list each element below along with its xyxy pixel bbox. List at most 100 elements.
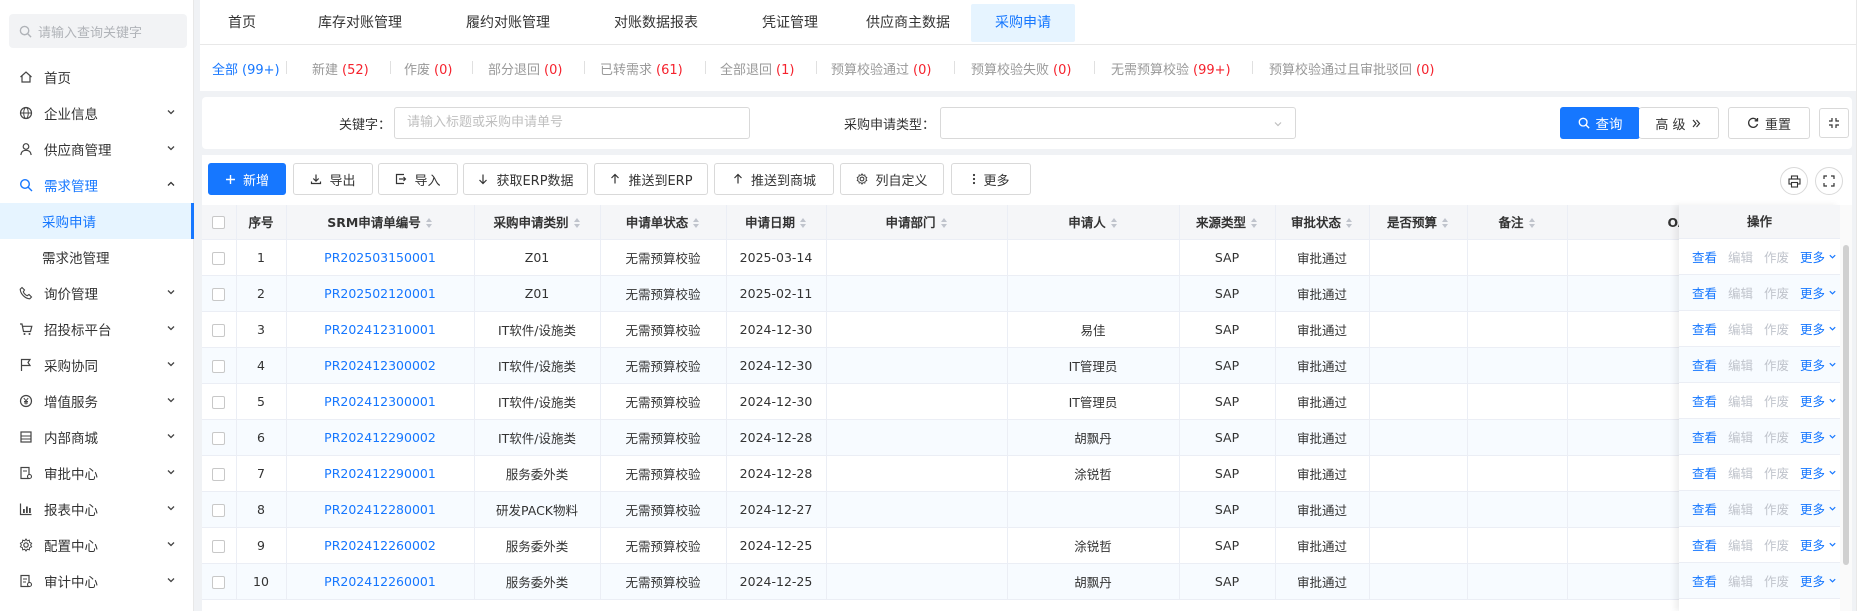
vertical-scrollbar[interactable] <box>1840 205 1852 611</box>
sort-icon[interactable] <box>573 218 581 229</box>
table-row[interactable]: 2 PR202502120001 Z01 无需预算校验 2025-02-11 SAP 审批通… <box>202 275 1718 312</box>
sidebar-item-reports[interactable]: 报表中心 <box>0 491 194 527</box>
table-row[interactable]: 5 PR202412300001 IT软件/设施类 无需预算校验 2024-12-30 I… <box>202 383 1718 420</box>
more-button[interactable]: 更多 <box>951 163 1031 195</box>
view-link[interactable]: 查看 <box>1692 319 1717 338</box>
keyword-input[interactable]: 请输入标题或采购申请单号 <box>394 107 750 139</box>
view-link[interactable]: 查看 <box>1692 499 1717 518</box>
request-number-link[interactable]: PR202412300001 <box>286 383 475 420</box>
row-select-cell[interactable] <box>202 311 237 348</box>
sidebar-item-audit[interactable]: 审计中心 <box>0 563 194 599</box>
row-checkbox[interactable] <box>212 575 226 589</box>
sort-icon[interactable] <box>1346 218 1353 229</box>
sidebar-subitem-demand-pool[interactable]: 需求池管理 <box>0 239 194 275</box>
status-filter-budget-passed-rejected[interactable]: 预算校验通过且审批驳回 (0) <box>1269 59 1434 78</box>
view-link[interactable]: 查看 <box>1692 355 1717 374</box>
view-link[interactable]: 查看 <box>1692 535 1717 554</box>
status-filter-partial-return[interactable]: 部分退回 (0) <box>488 59 562 78</box>
void-link[interactable]: 作废 <box>1764 247 1789 266</box>
sort-icon[interactable] <box>940 218 948 229</box>
more-link[interactable]: 更多 <box>1800 571 1825 590</box>
request-number-link[interactable]: PR202503150001 <box>286 239 475 276</box>
edit-link[interactable]: 编辑 <box>1728 283 1753 302</box>
tab-inventory-reconciliation[interactable]: 库存对账管理 <box>300 4 420 42</box>
sort-icon[interactable] <box>693 218 700 229</box>
request-number-link[interactable]: PR202412310001 <box>286 311 475 348</box>
row-checkbox[interactable] <box>212 287 226 301</box>
view-link[interactable]: 查看 <box>1692 283 1717 302</box>
fullscreen-button[interactable] <box>1815 167 1843 195</box>
void-link[interactable]: 作废 <box>1764 319 1789 338</box>
view-link[interactable]: 查看 <box>1692 571 1717 590</box>
column-header-sortable[interactable]: 申请单状态 <box>600 205 727 240</box>
chevron-down-icon[interactable] <box>1828 252 1837 261</box>
status-filter-new[interactable]: 新建 (52) <box>312 59 369 78</box>
sort-icon[interactable] <box>1110 218 1118 229</box>
sort-icon[interactable] <box>1251 218 1258 229</box>
row-select-cell[interactable] <box>202 239 237 276</box>
sort-icon[interactable] <box>800 218 807 229</box>
row-checkbox[interactable] <box>212 251 226 265</box>
column-header-sortable[interactable]: 备注 <box>1467 205 1568 240</box>
table-row[interactable]: 10 PR202412260001 服务委外类 无需预算校验 2024-12-25 胡飘丹… <box>202 563 1718 600</box>
status-filter-budget-passed[interactable]: 预算校验通过 (0) <box>831 59 931 78</box>
status-filter-budget-failed[interactable]: 预算校验失败 (0) <box>971 59 1071 78</box>
table-row[interactable]: 4 PR202412300002 IT软件/设施类 无需预算校验 2024-12-30 I… <box>202 347 1718 384</box>
row-select-cell[interactable] <box>202 491 237 528</box>
table-row[interactable]: 1 PR202503150001 Z01 无需预算校验 2025-03-14 SAP 审批通… <box>202 239 1718 276</box>
request-number-link[interactable]: PR202412290002 <box>286 419 475 456</box>
request-number-link[interactable]: PR202502120001 <box>286 275 475 312</box>
column-header-sortable[interactable]: 来源类型 <box>1179 205 1276 240</box>
edit-link[interactable]: 编辑 <box>1728 463 1753 482</box>
more-link[interactable]: 更多 <box>1800 391 1825 410</box>
push-erp-button[interactable]: 推送到ERP <box>594 163 708 195</box>
table-row[interactable]: 7 PR202412290001 服务委外类 无需预算校验 2024-12-28 涂锐哲 S… <box>202 455 1718 492</box>
import-button[interactable]: 导入 <box>378 163 458 195</box>
status-filter-all-returned[interactable]: 全部退回 (1) <box>720 59 794 78</box>
row-checkbox[interactable] <box>212 395 226 409</box>
row-checkbox[interactable] <box>212 359 226 373</box>
edit-link[interactable]: 编辑 <box>1728 535 1753 554</box>
tab-fulfillment-reconciliation[interactable]: 履约对账管理 <box>448 4 568 42</box>
row-select-cell[interactable] <box>202 563 237 600</box>
scrollbar-thumb[interactable] <box>1843 245 1849 565</box>
edit-link[interactable]: 编辑 <box>1728 499 1753 518</box>
request-number-link[interactable]: PR202412300002 <box>286 347 475 384</box>
row-select-cell[interactable] <box>202 275 237 312</box>
more-link[interactable]: 更多 <box>1800 283 1825 302</box>
fetch-erp-button[interactable]: 获取ERP数据 <box>463 163 588 195</box>
sidebar-item-bidding[interactable]: 招投标平台 <box>0 311 194 347</box>
sidebar-item-supplier[interactable]: 供应商管理 <box>0 131 194 167</box>
void-link[interactable]: 作废 <box>1764 391 1789 410</box>
row-checkbox[interactable] <box>212 539 226 553</box>
more-link[interactable]: 更多 <box>1800 463 1825 482</box>
export-button[interactable]: 导出 <box>293 163 373 195</box>
select-all-checkbox[interactable] <box>202 205 237 240</box>
sidebar-item-internal-mall[interactable]: 内部商城 <box>0 419 194 455</box>
chevron-down-icon[interactable] <box>1828 360 1837 369</box>
sidebar-item-value-added[interactable]: 增值服务 <box>0 383 194 419</box>
sidebar-item-config[interactable]: 配置中心 <box>0 527 194 563</box>
sidebar-search-input[interactable]: 请输入查询关键字 <box>9 14 187 48</box>
search-button[interactable]: 查询 <box>1560 107 1640 139</box>
column-header-sortable[interactable]: 申请人 <box>1007 205 1180 240</box>
table-row[interactable]: 3 PR202412310001 IT软件/设施类 无需预算校验 2024-12-30 易… <box>202 311 1718 348</box>
chevron-down-icon[interactable] <box>1828 468 1837 477</box>
column-custom-button[interactable]: 列自定义 <box>840 163 944 195</box>
reset-button[interactable]: 重置 <box>1728 107 1810 139</box>
column-header-sortable[interactable]: 申请日期 <box>726 205 827 240</box>
sidebar-item-collaboration[interactable]: 采购协同 <box>0 347 194 383</box>
chevron-down-icon[interactable] <box>1828 288 1837 297</box>
request-number-link[interactable]: PR202412260002 <box>286 527 475 564</box>
sidebar-item-home[interactable]: 首页 <box>0 59 194 95</box>
table-row[interactable]: 9 PR202412260002 服务委外类 无需预算校验 2024-12-25 涂锐哲 S… <box>202 527 1718 564</box>
tab-voucher[interactable]: 凭证管理 <box>730 4 850 42</box>
more-link[interactable]: 更多 <box>1800 427 1825 446</box>
sort-icon[interactable] <box>1442 218 1449 229</box>
request-number-link[interactable]: PR202412280001 <box>286 491 475 528</box>
more-link[interactable]: 更多 <box>1800 319 1825 338</box>
sort-icon[interactable] <box>1528 218 1536 229</box>
tab-purchase-request[interactable]: 采购申请 <box>971 4 1075 42</box>
chevron-down-icon[interactable] <box>1828 396 1837 405</box>
status-filter-void[interactable]: 作废 (0) <box>404 59 452 78</box>
